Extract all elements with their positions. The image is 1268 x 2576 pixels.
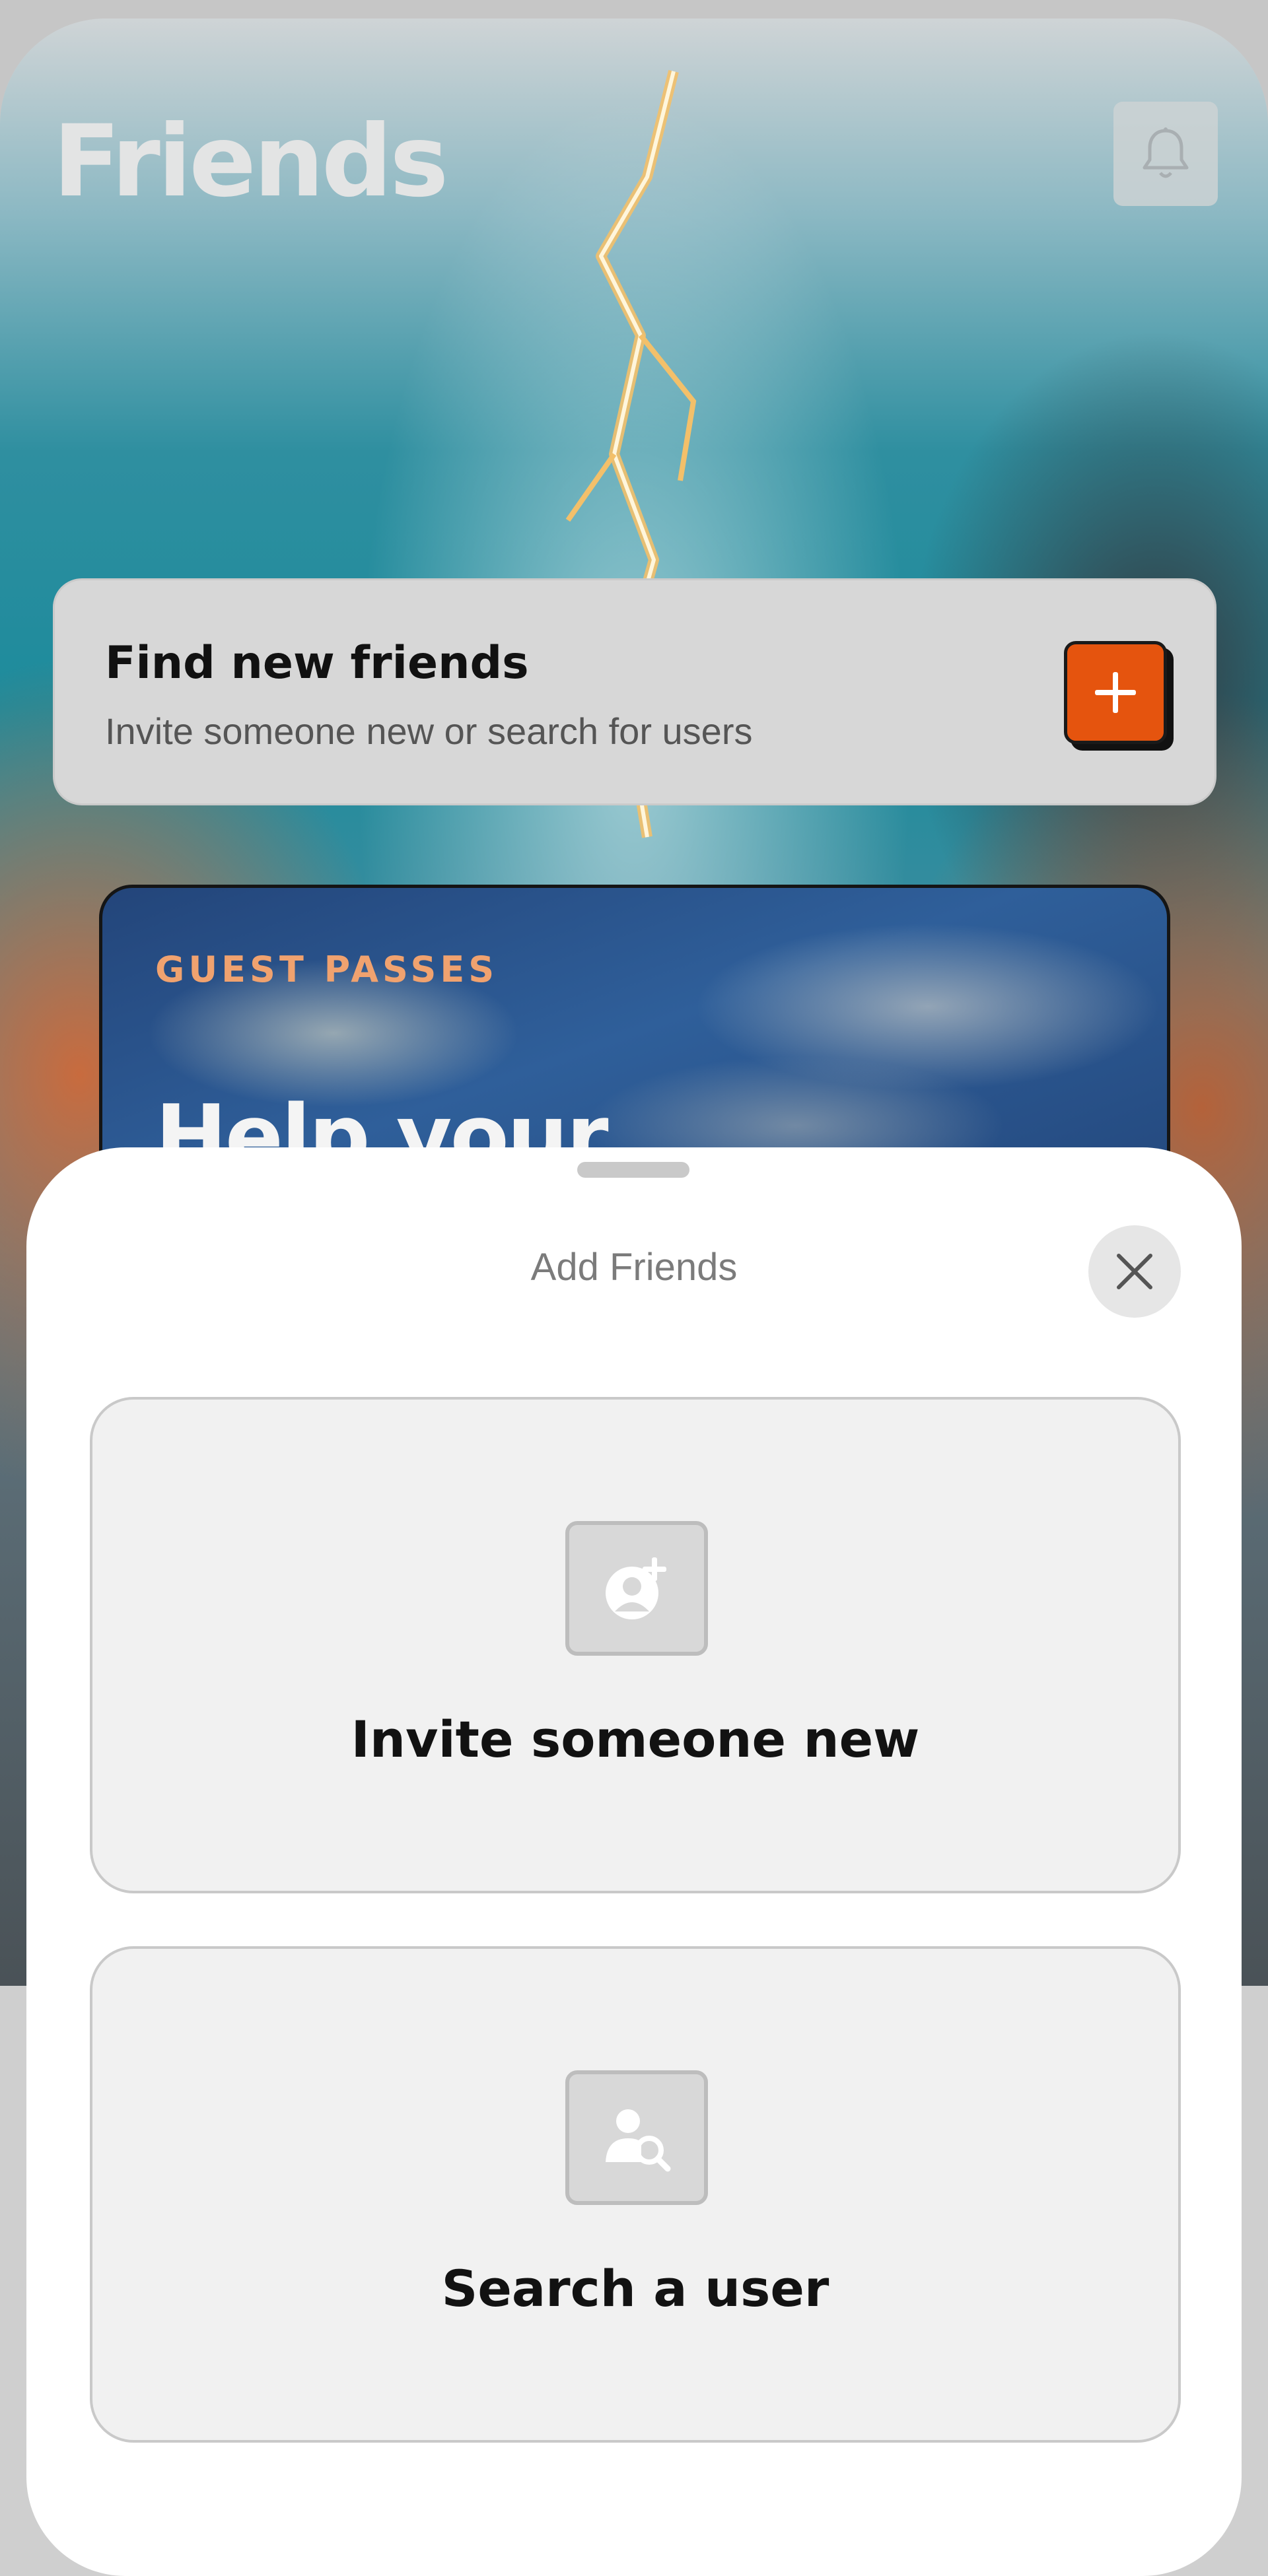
search-option-label: Search a user	[441, 2259, 829, 2318]
plus-icon	[1095, 672, 1136, 713]
user-search-icon	[606, 2109, 671, 2172]
find-new-friends-card[interactable]: Find new friends Invite someone new or s…	[53, 578, 1216, 805]
guest-passes-label: GUEST PASSES	[155, 949, 499, 990]
page-title: Friends	[53, 104, 448, 219]
close-button[interactable]	[1088, 1225, 1181, 1318]
search-a-user-option[interactable]: Search a user	[90, 1946, 1181, 2443]
invite-option-label: Invite someone new	[351, 1710, 920, 1769]
close-icon	[1117, 1254, 1152, 1289]
find-friends-subtitle: Invite someone new or search for users	[105, 710, 753, 752]
invite-someone-new-option[interactable]: Invite someone new	[90, 1397, 1181, 1893]
sheet-drag-handle[interactable]	[577, 1162, 689, 1178]
notifications-button[interactable]	[1113, 102, 1218, 206]
sheet-title: Add Friends	[530, 1246, 738, 1289]
add-friend-button[interactable]	[1064, 641, 1167, 744]
bell-icon	[1143, 127, 1189, 178]
user-plus-icon	[606, 1557, 666, 1619]
invite-icon-box	[565, 1521, 708, 1656]
search-icon-box	[565, 2070, 708, 2205]
add-friends-sheet: Add Friends Invite someone new Search a …	[26, 1147, 1242, 2576]
find-friends-title: Find new friends	[105, 637, 529, 689]
